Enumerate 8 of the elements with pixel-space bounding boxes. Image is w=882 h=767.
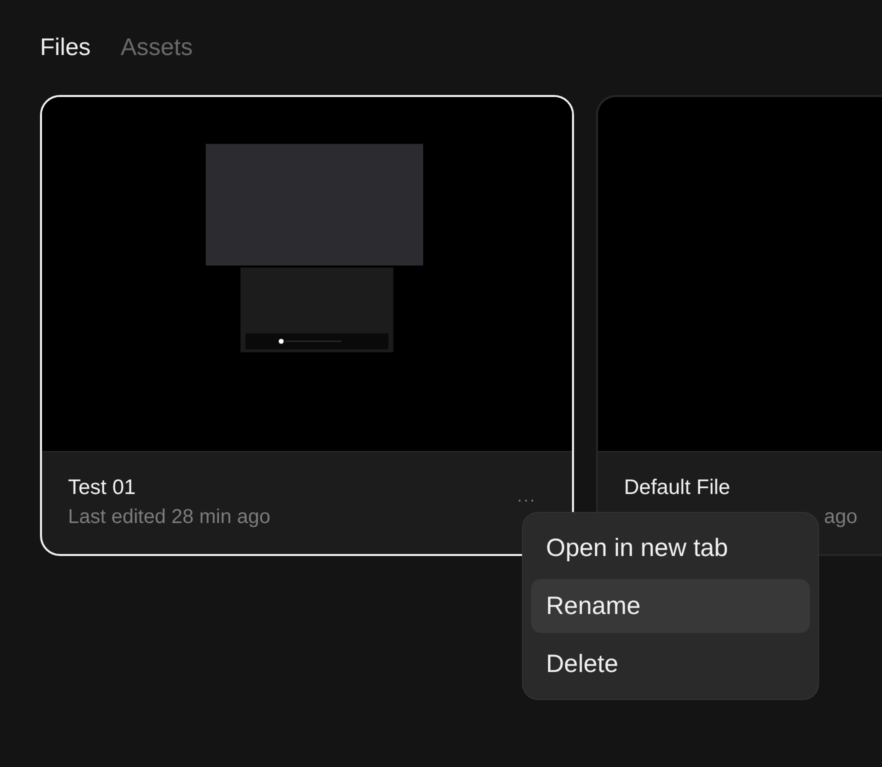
menu-item[interactable]: Rename <box>531 579 810 633</box>
menu-item[interactable]: Delete <box>531 637 810 691</box>
more-options-button[interactable]: ··· <box>517 492 536 510</box>
last-edited-text: Last edited 28 min ago <box>68 505 272 530</box>
last-edited-text: ago <box>824 505 858 530</box>
tab[interactable]: Files <box>40 32 91 64</box>
file-name: Default File <box>624 475 730 501</box>
file-name: Test 01 <box>68 475 136 501</box>
